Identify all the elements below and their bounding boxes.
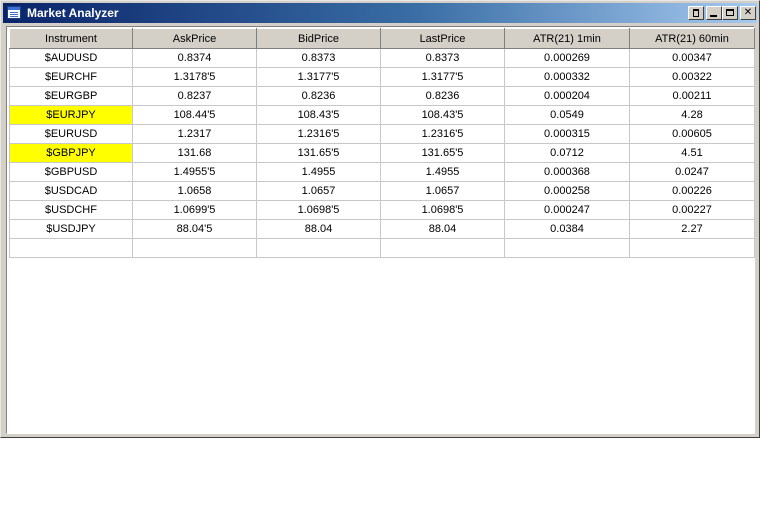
instrument-cell[interactable]: $EURUSD: [9, 124, 133, 144]
header-row: Instrument AskPrice BidPrice LastPrice A…: [9, 28, 755, 49]
table-body: $AUDUSD 0.8374 0.8373 0.8373 0.000269 0.00347…: [9, 48, 755, 258]
atr-60min-cell[interactable]: 0.00322: [629, 67, 755, 87]
title-bar[interactable]: Market Analyzer ✕: [3, 3, 757, 23]
last-price-cell[interactable]: 1.3177'5: [380, 67, 505, 87]
ask-price-cell[interactable]: 1.2317: [132, 124, 257, 144]
atr-60min-cell[interactable]: [629, 238, 755, 258]
last-price-cell[interactable]: 131.65'5: [380, 143, 505, 163]
market-table: Instrument AskPrice BidPrice LastPrice A…: [9, 28, 755, 258]
bid-price-cell[interactable]: 1.0698'5: [256, 200, 381, 220]
instrument-cell[interactable]: [9, 238, 133, 258]
atr-1min-cell[interactable]: 0.000332: [504, 67, 630, 87]
atr-60min-cell[interactable]: 0.00211: [629, 86, 755, 106]
window-title: Market Analyzer: [27, 6, 119, 20]
atr-1min-cell[interactable]: [504, 238, 630, 258]
atr-1min-cell[interactable]: 0.0549: [504, 105, 630, 125]
empty-grid-space[interactable]: [9, 264, 754, 432]
ask-price-cell[interactable]: 1.0658: [132, 181, 257, 201]
last-price-cell[interactable]: 88.04: [380, 219, 505, 239]
ask-price-cell[interactable]: 88.04'5: [132, 219, 257, 239]
ask-price-cell[interactable]: 1.4955'5: [132, 162, 257, 182]
last-price-cell[interactable]: 0.8236: [380, 86, 505, 106]
table-row[interactable]: $EURGBP 0.8237 0.8236 0.8236 0.000204 0.00211: [9, 86, 755, 106]
ask-price-cell[interactable]: 131.68: [132, 143, 257, 163]
instrument-cell[interactable]: $USDCHF: [9, 200, 133, 220]
ask-price-cell[interactable]: [132, 238, 257, 258]
atr-1min-cell[interactable]: 0.000269: [504, 48, 630, 68]
table-window-icon[interactable]: [7, 6, 21, 19]
last-price-cell[interactable]: 1.4955: [380, 162, 505, 182]
bid-price-cell[interactable]: 88.04: [256, 219, 381, 239]
table-row[interactable]: $GBPJPY 131.68 131.65'5 131.65'5 0.0712 4.51: [9, 143, 755, 163]
column-header-askprice[interactable]: AskPrice: [132, 28, 257, 49]
column-header-lastprice[interactable]: LastPrice: [380, 28, 505, 49]
last-price-cell[interactable]: 1.0698'5: [380, 200, 505, 220]
column-header-atr-60min[interactable]: ATR(21) 60min: [629, 28, 755, 49]
market-analyzer-window: Market Analyzer ✕ Instrument AskPrice Bi…: [0, 0, 760, 438]
last-price-cell[interactable]: 0.8373: [380, 48, 505, 68]
column-header-instrument[interactable]: Instrument: [9, 28, 133, 49]
bid-price-cell[interactable]: 1.3177'5: [256, 67, 381, 87]
table-row[interactable]: $EURJPY 108.44'5 108.43'5 108.43'5 0.0549 4.2…: [9, 105, 755, 125]
atr-60min-cell[interactable]: 0.00227: [629, 200, 755, 220]
atr-60min-cell[interactable]: 0.00226: [629, 181, 755, 201]
bid-price-cell[interactable]: 131.65'5: [256, 143, 381, 163]
close-icon[interactable]: ✕: [740, 6, 756, 20]
atr-60min-cell[interactable]: 0.00605: [629, 124, 755, 144]
link-icon[interactable]: [688, 6, 704, 20]
bid-price-cell[interactable]: [256, 238, 381, 258]
instrument-cell[interactable]: $EURGBP: [9, 86, 133, 106]
last-price-cell[interactable]: [380, 238, 505, 258]
atr-60min-cell[interactable]: 4.28: [629, 105, 755, 125]
atr-60min-cell[interactable]: 0.0247: [629, 162, 755, 182]
table-row[interactable]: $USDCAD 1.0658 1.0657 1.0657 0.000258 0.00226: [9, 181, 755, 201]
atr-1min-cell[interactable]: 0.0384: [504, 219, 630, 239]
atr-1min-cell[interactable]: 0.000247: [504, 200, 630, 220]
table-row[interactable]: $GBPUSD 1.4955'5 1.4955 1.4955 0.000368 0.024…: [9, 162, 755, 182]
table-row[interactable]: $USDCHF 1.0699'5 1.0698'5 1.0698'5 0.000247 0…: [9, 200, 755, 220]
instrument-cell[interactable]: $USDJPY: [9, 219, 133, 239]
instrument-cell[interactable]: $GBPUSD: [9, 162, 133, 182]
atr-1min-cell[interactable]: 0.0712: [504, 143, 630, 163]
atr-1min-cell[interactable]: 0.000258: [504, 181, 630, 201]
atr-60min-cell[interactable]: 2.27: [629, 219, 755, 239]
table-row[interactable]: $EURUSD 1.2317 1.2316'5 1.2316'5 0.000315 0.0…: [9, 124, 755, 144]
minimize-icon[interactable]: [706, 6, 722, 20]
ask-price-cell[interactable]: 1.3178'5: [132, 67, 257, 87]
instrument-cell[interactable]: $AUDUSD: [9, 48, 133, 68]
table-row[interactable]: $AUDUSD 0.8374 0.8373 0.8373 0.000269 0.00347: [9, 48, 755, 68]
bid-price-cell[interactable]: 0.8373: [256, 48, 381, 68]
atr-1min-cell[interactable]: 0.000315: [504, 124, 630, 144]
bid-price-cell[interactable]: 1.0657: [256, 181, 381, 201]
atr-1min-cell[interactable]: 0.000204: [504, 86, 630, 106]
bid-price-cell[interactable]: 108.43'5: [256, 105, 381, 125]
instrument-cell[interactable]: $EURJPY: [9, 105, 133, 125]
ask-price-cell[interactable]: 0.8374: [132, 48, 257, 68]
bid-price-cell[interactable]: 0.8236: [256, 86, 381, 106]
bid-price-cell[interactable]: 1.4955: [256, 162, 381, 182]
grid-area: Instrument AskPrice BidPrice LastPrice A…: [6, 26, 755, 434]
atr-60min-cell[interactable]: 0.00347: [629, 48, 755, 68]
instrument-cell[interactable]: $EURCHF: [9, 67, 133, 87]
instrument-cell[interactable]: $USDCAD: [9, 181, 133, 201]
last-price-cell[interactable]: 1.2316'5: [380, 124, 505, 144]
last-price-cell[interactable]: 108.43'5: [380, 105, 505, 125]
maximize-icon[interactable]: [722, 6, 738, 20]
table-row[interactable]: $EURCHF 1.3178'5 1.3177'5 1.3177'5 0.000332 0…: [9, 67, 755, 87]
ask-price-cell[interactable]: 1.0699'5: [132, 200, 257, 220]
ask-price-cell[interactable]: 108.44'5: [132, 105, 257, 125]
atr-1min-cell[interactable]: 0.000368: [504, 162, 630, 182]
atr-60min-cell[interactable]: 4.51: [629, 143, 755, 163]
last-price-cell[interactable]: 1.0657: [380, 181, 505, 201]
column-header-bidprice[interactable]: BidPrice: [256, 28, 381, 49]
column-header-atr-1min[interactable]: ATR(21) 1min: [504, 28, 630, 49]
ask-price-cell[interactable]: 0.8237: [132, 86, 257, 106]
new-row[interactable]: [9, 238, 755, 258]
instrument-cell[interactable]: $GBPJPY: [9, 143, 133, 163]
bid-price-cell[interactable]: 1.2316'5: [256, 124, 381, 144]
table-row[interactable]: $USDJPY 88.04'5 88.04 88.04 0.0384 2.27: [9, 219, 755, 239]
